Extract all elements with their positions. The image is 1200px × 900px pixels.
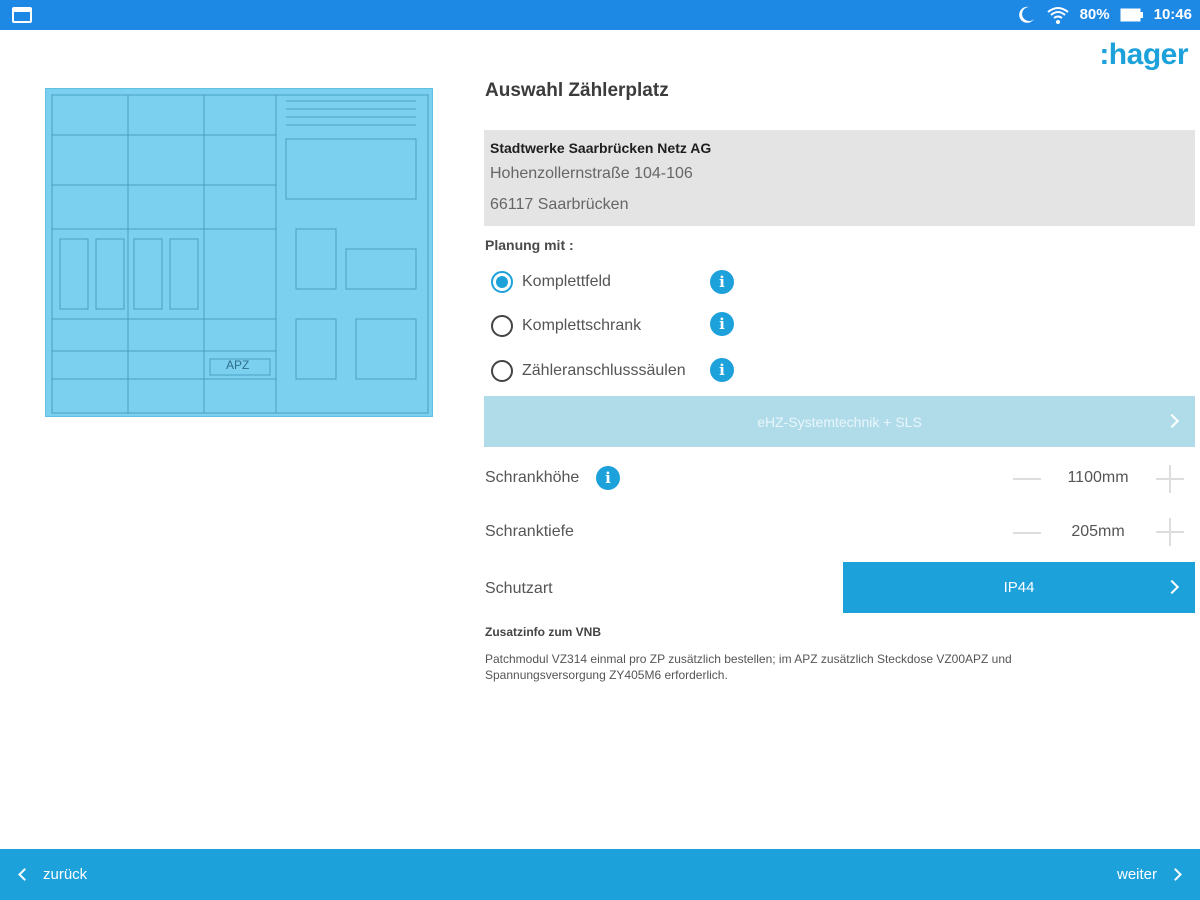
address-city: 66117 Saarbrücken: [490, 196, 629, 213]
system-technik-button[interactable]: eHZ-Systemtechnik + SLS: [484, 396, 1195, 447]
schutzart-label: Schutzart: [485, 580, 553, 597]
address-street: Hohenzollernstraße 104-106: [490, 165, 693, 182]
clock: 10:46: [1153, 6, 1192, 23]
back-label: zurück: [43, 866, 88, 883]
radio-komplettfeld[interactable]: Komplettfeld: [491, 269, 611, 295]
radio-label: Komplettschrank: [522, 317, 642, 334]
address-company: Stadtwerke Saarbrücken Netz AG: [490, 140, 712, 156]
radio-label: Komplettfeld: [522, 273, 611, 290]
minus-icon[interactable]: [1013, 532, 1041, 534]
cabinet-drawing: APZ: [51, 94, 429, 414]
back-button[interactable]: zurück: [14, 866, 87, 883]
chevron-left-icon: [18, 868, 31, 881]
zusatzinfo-title: Zusatzinfo zum VNB: [485, 625, 601, 639]
schranktiefe-label: Schranktiefe: [485, 523, 574, 540]
info-icon[interactable]: i: [596, 466, 620, 490]
minus-icon[interactable]: [1013, 478, 1041, 480]
battery-icon: [1120, 8, 1143, 22]
bottom-nav-bar: zurück weiter: [0, 849, 1200, 900]
wifi-icon: [1046, 7, 1069, 24]
schrankhoehe-value: 1100mm: [1067, 469, 1129, 486]
radio-label: Zähleranschlusssäulen: [522, 362, 686, 379]
address-box: Stadtwerke Saarbrücken Netz AG Hohenzoll…: [484, 130, 1195, 226]
hager-logo: :hager: [1099, 38, 1188, 71]
gallery-icon: [12, 7, 32, 23]
info-icon[interactable]: i: [710, 312, 734, 336]
info-icon[interactable]: i: [710, 270, 734, 294]
next-button[interactable]: weiter: [1117, 866, 1186, 883]
schutzart-value: IP44: [1003, 579, 1035, 596]
schrankhoehe-label: Schrankhöhe: [485, 469, 580, 486]
chevron-right-icon: [1169, 868, 1182, 881]
status-bar: 80% 10:46: [0, 0, 1200, 30]
plus-icon[interactable]: [1156, 465, 1184, 493]
radio-komplettschrank[interactable]: Komplettschrank: [491, 313, 641, 339]
apz-label: APZ: [226, 358, 249, 372]
moon-icon: [1018, 6, 1034, 23]
radio-zaehleranschlusssaeulen[interactable]: Zähleranschlusssäulen: [491, 358, 686, 384]
schranktiefe-value: 205mm: [1071, 523, 1125, 540]
plus-icon[interactable]: [1156, 518, 1184, 546]
schutzart-button[interactable]: IP44: [843, 562, 1195, 613]
radio-button[interactable]: [491, 315, 513, 337]
chevron-right-icon: [1164, 579, 1180, 594]
next-label: weiter: [1116, 866, 1157, 883]
system-technik-label: eHZ-Systemtechnik + SLS: [757, 413, 922, 430]
radio-button[interactable]: [491, 360, 513, 382]
planung-label: Planung mit :: [485, 237, 574, 253]
battery-percent: 80%: [1079, 6, 1110, 23]
page-title: Auswahl Zählerplatz: [485, 80, 669, 101]
cabinet-diagram: APZ: [45, 88, 433, 417]
chevron-right-icon: [1164, 413, 1180, 428]
info-icon[interactable]: i: [710, 358, 734, 382]
zusatzinfo-text: Patchmodul VZ314 einmal pro ZP zusätzlic…: [485, 652, 1012, 682]
radio-button-checked[interactable]: [491, 271, 513, 293]
